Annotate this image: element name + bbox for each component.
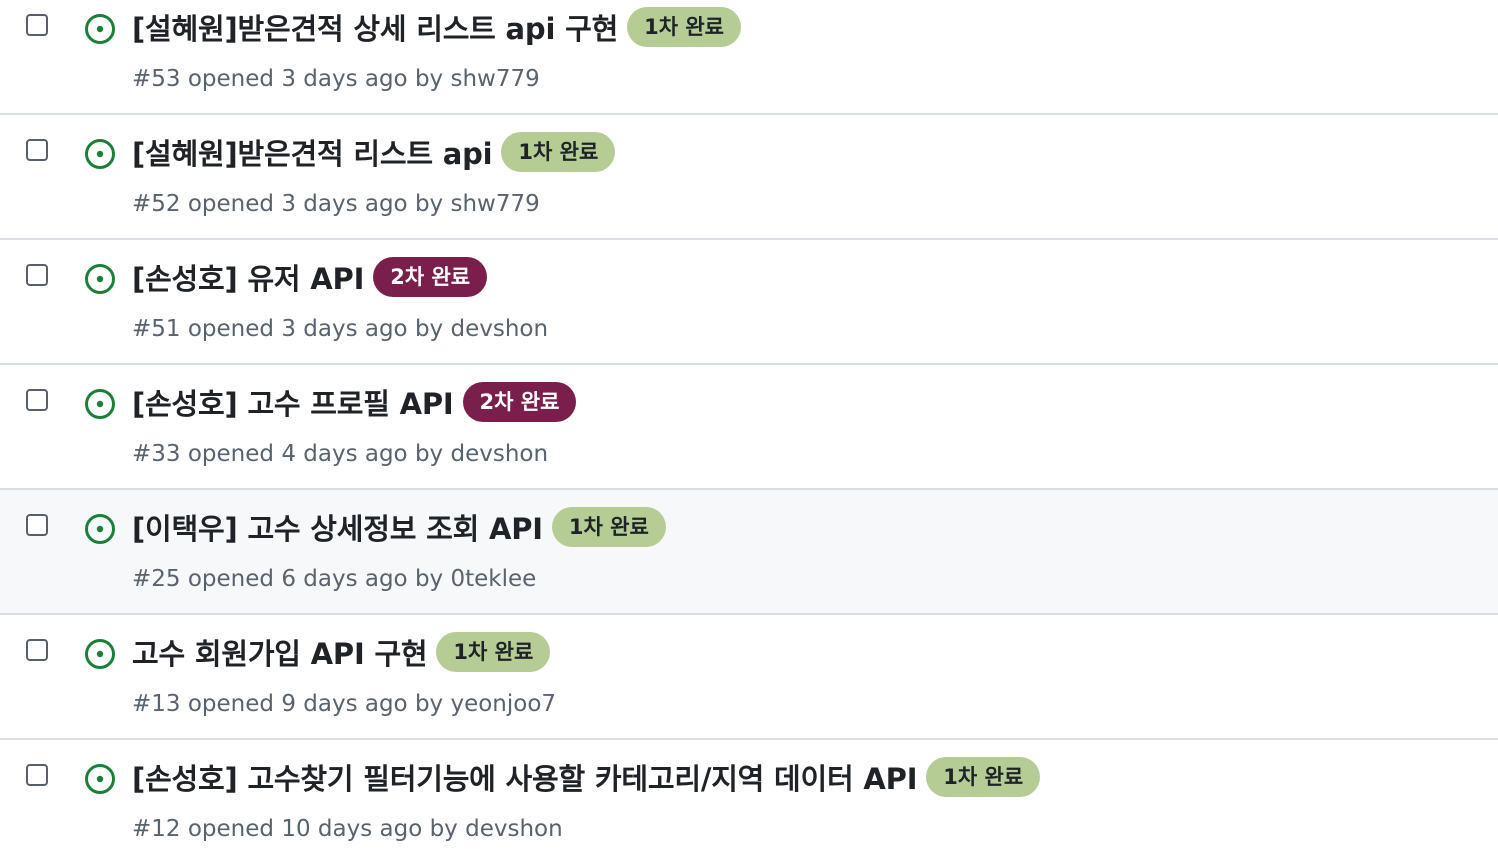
issue-opened-icon	[85, 264, 115, 294]
issue-title-line: [손성호] 유저 API 2차 완료	[132, 256, 488, 298]
issue-row: [손성호] 고수찾기 필터기능에 사용할 카테고리/지역 데이터 API 1차 …	[0, 740, 1498, 858]
label-badge[interactable]: 2차 완료	[462, 382, 577, 422]
issue-row: [설혜원]받은견적 상세 리스트 api 구현 1차 완료 #53 opened…	[0, 0, 1498, 115]
author-link[interactable]: devshon	[465, 816, 563, 842]
issue-title-link[interactable]: [손성호] 고수찾기 필터기능에 사용할 카테고리/지역 데이터 API	[132, 756, 917, 798]
select-checkbox[interactable]	[26, 514, 48, 536]
select-checkbox[interactable]	[26, 639, 48, 661]
issue-title-line: [이택우] 고수 상세정보 조회 API 1차 완료	[132, 506, 666, 548]
issue-meta: #12 opened 10 days ago by devshon	[132, 816, 563, 842]
issue-number: #12	[132, 816, 181, 842]
issue-opened-text: opened 3 days ago by	[187, 316, 444, 342]
issue-title-line: [손성호] 고수 프로필 API 2차 완료	[132, 381, 577, 423]
issue-meta: #51 opened 3 days ago by devshon	[132, 316, 548, 342]
issue-opened-text: opened 9 days ago by	[187, 691, 444, 717]
label-badge[interactable]: 1차 완료	[926, 757, 1041, 797]
issue-opened-icon	[85, 764, 115, 794]
issue-title-link[interactable]: [손성호] 고수 프로필 API	[132, 381, 454, 423]
issue-opened-icon	[85, 514, 115, 544]
author-link[interactable]: yeonjoo7	[450, 691, 556, 717]
issue-row: [설혜원]받은견적 리스트 api 1차 완료 #52 opened 3 day…	[0, 115, 1498, 240]
select-checkbox[interactable]	[26, 389, 48, 411]
select-checkbox[interactable]	[26, 264, 48, 286]
issue-title-link[interactable]: [설혜원]받은견적 상세 리스트 api 구현	[132, 6, 618, 48]
label-badge[interactable]: 1차 완료	[627, 7, 741, 47]
issue-number: #53	[132, 66, 181, 92]
issue-title-link[interactable]: [손성호] 유저 API	[132, 256, 364, 298]
issue-meta: #33 opened 4 days ago by devshon	[132, 441, 548, 467]
issue-title-line: 고수 회원가입 API 구현 1차 완료	[132, 631, 551, 673]
issue-title-line: [손성호] 고수찾기 필터기능에 사용할 카테고리/지역 데이터 API 1차 …	[132, 756, 1041, 798]
select-checkbox[interactable]	[26, 139, 48, 161]
label-badge[interactable]: 1차 완료	[501, 132, 616, 172]
issue-number: #51	[132, 316, 181, 342]
issue-title-link[interactable]: [설혜원]받은견적 리스트 api	[132, 131, 493, 173]
issue-row: [손성호] 유저 API 2차 완료 #51 opened 3 days ago…	[0, 240, 1498, 365]
author-link[interactable]: devshon	[450, 441, 548, 467]
author-link[interactable]: shw779	[450, 66, 539, 92]
issue-opened-icon	[85, 389, 115, 419]
issue-row: 고수 회원가입 API 구현 1차 완료 #13 opened 9 days a…	[0, 615, 1498, 740]
issue-opened-icon	[85, 139, 115, 169]
issue-opened-icon	[85, 14, 115, 44]
issue-meta: #52 opened 3 days ago by shw779	[132, 191, 540, 217]
issue-number: #52	[132, 191, 181, 217]
author-link[interactable]: 0teklee	[450, 566, 536, 592]
label-badge[interactable]: 1차 완료	[436, 632, 551, 672]
issue-number: #25	[132, 566, 181, 592]
issue-opened-icon	[85, 639, 115, 669]
issue-number: #33	[132, 441, 181, 467]
issue-title-line: [설혜원]받은견적 상세 리스트 api 구현 1차 완료	[132, 6, 741, 48]
label-badge[interactable]: 2차 완료	[373, 257, 488, 297]
label-badge[interactable]: 1차 완료	[551, 507, 666, 547]
issue-number: #13	[132, 691, 181, 717]
issue-title-line: [설혜원]받은견적 리스트 api 1차 완료	[132, 131, 616, 173]
issue-list: [설혜원]받은견적 상세 리스트 api 구현 1차 완료 #53 opened…	[0, 0, 1498, 858]
issue-opened-text: opened 3 days ago by	[187, 191, 444, 217]
issue-row: [손성호] 고수 프로필 API 2차 완료 #33 opened 4 days…	[0, 365, 1498, 490]
issue-opened-text: opened 10 days ago by	[187, 816, 458, 842]
issue-opened-text: opened 6 days ago by	[187, 566, 444, 592]
author-link[interactable]: devshon	[450, 316, 548, 342]
issue-title-link[interactable]: [이택우] 고수 상세정보 조회 API	[132, 506, 543, 548]
author-link[interactable]: shw779	[450, 191, 539, 217]
select-checkbox[interactable]	[26, 14, 48, 36]
issue-meta: #25 opened 6 days ago by 0teklee	[132, 566, 536, 592]
issue-meta: #53 opened 3 days ago by shw779	[132, 66, 540, 92]
select-checkbox[interactable]	[26, 764, 48, 786]
issue-opened-text: opened 4 days ago by	[187, 441, 444, 467]
issue-meta: #13 opened 9 days ago by yeonjoo7	[132, 691, 556, 717]
issue-row: [이택우] 고수 상세정보 조회 API 1차 완료 #25 opened 6 …	[0, 490, 1498, 615]
issue-title-link[interactable]: 고수 회원가입 API 구현	[132, 631, 428, 673]
issue-opened-text: opened 3 days ago by	[187, 66, 444, 92]
